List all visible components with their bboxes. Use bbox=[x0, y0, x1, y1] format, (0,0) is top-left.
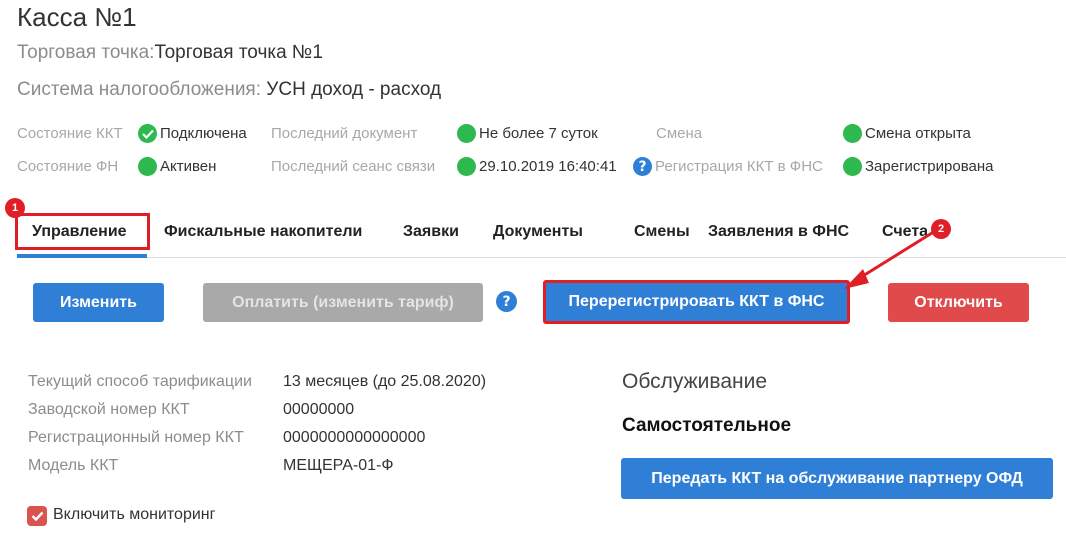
tax-line: Система налогообложения: УСН доход - рас… bbox=[17, 79, 441, 101]
kkt-state-label: Состояние ККТ bbox=[17, 125, 123, 142]
pay-tariff-button[interactable]: Оплатить (изменить тариф) bbox=[203, 283, 483, 322]
tab-requests[interactable]: Заявки bbox=[403, 223, 459, 241]
last-doc-value: Не более 7 суток bbox=[479, 125, 598, 142]
service-title: Обслуживание bbox=[622, 370, 768, 393]
shift-value: Смена открыта bbox=[865, 125, 971, 142]
last-doc: Не более 7 суток bbox=[457, 124, 598, 143]
tax-label: Система налогообложения: bbox=[17, 79, 267, 100]
reg-number-value: 0000000000000000 bbox=[283, 429, 426, 446]
outlet-line: Торговая точка:Торговая точка №1 bbox=[17, 42, 323, 64]
tab-management[interactable]: Управление bbox=[32, 223, 127, 241]
tab-shifts[interactable]: Смены bbox=[634, 223, 690, 241]
edit-button[interactable]: Изменить bbox=[33, 283, 164, 322]
tab-fiscal-drives[interactable]: Фискальные накопители bbox=[164, 223, 362, 241]
kkt-state: Подключена bbox=[138, 124, 247, 143]
tab-active-indicator bbox=[17, 254, 147, 258]
service-mode: Самостоятельное bbox=[622, 415, 792, 436]
last-session-value: 29.10.2019 16:40:41 bbox=[479, 158, 617, 175]
monitoring-label[interactable]: Включить мониторинг bbox=[53, 506, 215, 524]
fn-state-value: Активен bbox=[160, 158, 217, 175]
kkt-state-value: Подключена bbox=[160, 125, 247, 142]
tariff-value: 13 месяцев (до 25.08.2020) bbox=[283, 373, 487, 390]
shift-label: Смена bbox=[656, 125, 703, 142]
outlet-value: Торговая точка №1 bbox=[154, 42, 323, 63]
status-dot-icon bbox=[138, 157, 157, 176]
tariff-label: Текущий способ тарификации bbox=[28, 373, 252, 390]
annotation-badge-1: 1 bbox=[5, 198, 25, 218]
fns-reg-value: Зарегистрирована bbox=[865, 158, 994, 175]
monitoring-checkbox[interactable] bbox=[27, 506, 47, 526]
last-doc-label: Последний документ bbox=[271, 125, 418, 142]
model-label: Модель ККТ bbox=[28, 457, 119, 474]
status-dot-icon bbox=[457, 124, 476, 143]
reg-number-label: Регистрационный номер ККТ bbox=[28, 429, 244, 446]
fns-reg-label: Регистрация ККТ в ФНС bbox=[655, 158, 823, 175]
reregister-kkt-button[interactable]: Перерегистрировать ККТ в ФНС bbox=[543, 280, 850, 324]
check-circle-icon bbox=[138, 124, 157, 143]
help-icon[interactable]: ? bbox=[633, 157, 652, 176]
fn-state: Активен bbox=[138, 157, 216, 176]
fn-state-label: Состояние ФН bbox=[17, 158, 119, 175]
last-session: 29.10.2019 16:40:41 bbox=[457, 157, 617, 176]
page-title: Касса №1 bbox=[17, 2, 137, 32]
status-dot-icon bbox=[457, 157, 476, 176]
tab-documents[interactable]: Документы bbox=[493, 223, 583, 241]
outlet-label: Торговая точка: bbox=[17, 42, 155, 63]
fns-reg-label-group: ? Регистрация ККТ в ФНС bbox=[633, 157, 823, 176]
serial-value: 00000000 bbox=[283, 401, 355, 418]
status-dot-icon bbox=[843, 157, 862, 176]
model-value: МЕЩЕРА-01-Ф bbox=[283, 457, 394, 474]
last-session-label: Последний сеанс связи bbox=[271, 158, 436, 175]
annotation-arrow bbox=[844, 226, 941, 289]
checkmark-icon bbox=[31, 511, 43, 521]
serial-label: Заводской номер ККТ bbox=[28, 401, 190, 418]
tab-fns-applications[interactable]: Заявления в ФНС bbox=[708, 223, 849, 241]
transfer-to-partner-button[interactable]: Передать ККТ на обслуживание партнеру ОФ… bbox=[621, 458, 1053, 499]
status-dot-icon bbox=[843, 124, 862, 143]
help-icon[interactable]: ? bbox=[496, 291, 517, 312]
fns-reg: Зарегистрирована bbox=[843, 157, 993, 176]
shift: Смена открыта bbox=[843, 124, 971, 143]
tax-value: УСН доход - расход bbox=[266, 79, 442, 100]
